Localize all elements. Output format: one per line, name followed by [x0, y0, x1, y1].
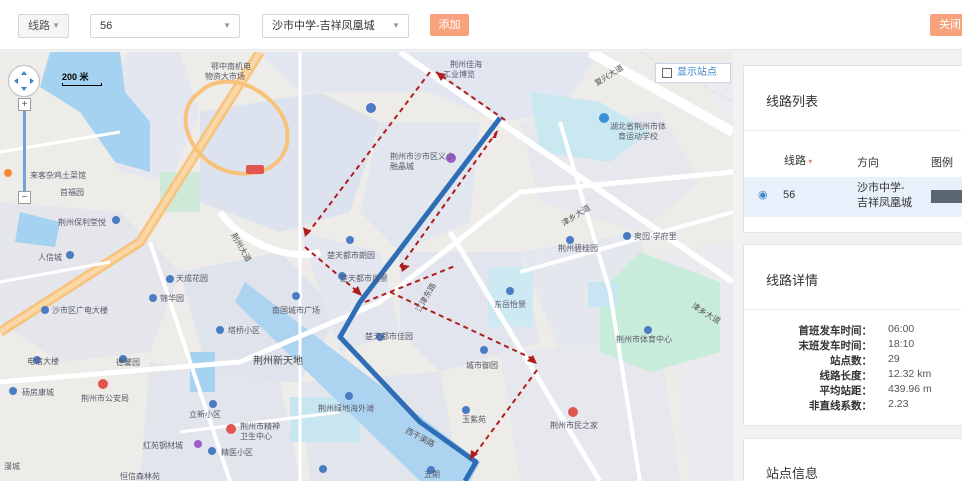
map-label: 荆州新天地	[253, 356, 303, 367]
map-label: 荆州市公安局	[81, 394, 129, 403]
zoom-in-button[interactable]: +	[18, 98, 31, 111]
detail-avg-spacing: 平均站距： 439.96 m	[819, 383, 932, 397]
zoom-slider[interactable]	[23, 111, 26, 191]
map-label: 城市御园	[466, 361, 498, 370]
map-label: 东岳怡景	[494, 300, 526, 309]
divider	[744, 130, 962, 131]
detail-route-length: 线路长度： 12.32 km	[819, 368, 932, 382]
zoom-out-button[interactable]: −	[18, 191, 31, 204]
line-select[interactable]: 56 ▼	[90, 14, 240, 38]
line-select-value: 56	[100, 20, 113, 32]
map-label: 南国城市广场	[272, 306, 320, 315]
map-label: 荆州市精神卫生中心	[240, 422, 280, 441]
route-detail-panel: 线路详情 首班发车时间： 06:00 末班发车时间： 18:10 站点数： 29…	[743, 244, 962, 426]
scale-bar	[62, 83, 102, 86]
map-label: 塔桥小区	[228, 326, 260, 335]
show-stops-checkbox[interactable]: 显示站点	[655, 63, 731, 83]
map-label: 首福园	[60, 188, 84, 197]
route-list-title: 线路列表	[766, 94, 819, 109]
scale-label: 200 米	[62, 72, 89, 82]
chevron-down-icon: ▼	[223, 21, 231, 30]
detail-nonlinear-coef: 非直线系数： 2.23	[809, 398, 909, 412]
type-select[interactable]: 线路 ▼	[18, 14, 69, 38]
map-label: 工业博览	[443, 70, 475, 79]
map-label: 锦华园	[160, 294, 184, 303]
type-select-value: 线路	[28, 20, 50, 32]
row-direction: 沙市中学-吉祥凤凰城	[857, 182, 912, 209]
map-label: 恒信森林苑	[120, 472, 160, 481]
chevron-down-icon: ▼	[392, 21, 400, 30]
map-canvas[interactable]: 鄂中南机电 物资大市场 荆州佳海 工业博览 来客杂鸡土菜馆 首福园 荆州保利堂悦…	[0, 52, 733, 481]
map-label: 楚天都市朗园	[327, 251, 375, 260]
map-label: 德馨园	[116, 358, 140, 367]
route-detail-title: 线路详情	[766, 273, 819, 288]
map-label: 荆州市民之家	[550, 421, 598, 430]
map-label: 荆州绿地海外滩	[318, 404, 374, 413]
col-line[interactable]: 线路 ▾	[784, 152, 812, 168]
direction-select[interactable]: 沙市中学-吉祥凤凰城 ▼	[262, 14, 409, 38]
map-label: 天成花园	[176, 274, 208, 283]
map-label: 砀房康城	[22, 388, 54, 397]
map-base	[0, 52, 733, 481]
pan-control[interactable]	[8, 65, 40, 97]
map-label: 楚天都市佳园	[365, 332, 413, 341]
map-label: 湖北省荆州市体育运动学校	[610, 122, 666, 141]
close-button[interactable]: 关闭	[930, 14, 962, 36]
map-label: 荆州市体育中心	[616, 335, 672, 344]
map-label: 奥园·学府里	[634, 232, 677, 241]
sort-icon: ▾	[806, 157, 813, 166]
map-label: 楚天都市尚景	[340, 274, 388, 283]
map-label: 来客杂鸡土菜馆	[30, 171, 86, 180]
table-row[interactable]: ◉ 56 沙市中学-吉祥凤凰城	[744, 177, 962, 217]
col-legend: 图例	[931, 157, 953, 169]
map-label: 沙市区广电大楼	[52, 306, 108, 315]
map-label: 鄂中南机电	[211, 62, 251, 71]
map-label: 红苑钢材城	[143, 441, 183, 450]
map-label: 荆州市沙市区义小融晶城	[390, 152, 454, 171]
toolbar: 线路 ▼ 56 ▼ 沙市中学-吉祥凤凰城 ▼ 添加 关闭	[0, 0, 962, 50]
stop-info-panel: 站点信息	[743, 438, 962, 481]
stop-info-title: 站点信息	[766, 466, 819, 481]
map-label: 精医小区	[221, 448, 253, 457]
map-label: 荆州碧桂园	[558, 244, 598, 253]
eye-icon[interactable]: ◉	[758, 188, 768, 201]
map-label: 电信大楼	[27, 357, 59, 366]
detail-stop-count: 站点数： 29	[830, 353, 900, 367]
direction-select-value: 沙市中学-吉祥凤凰城	[272, 20, 375, 32]
map-label: 荆州佳海	[450, 60, 482, 69]
map-label: 物资大市场	[205, 72, 245, 81]
divider	[744, 309, 962, 310]
row-line: 56	[783, 189, 796, 201]
legend-swatch	[931, 190, 962, 203]
zoom-control: + −	[18, 98, 31, 204]
col-direction: 方向	[857, 157, 879, 169]
add-button[interactable]: 添加	[430, 14, 469, 36]
route-list-panel: 线路列表 线路 ▾ 方向 图例 ◉ 56 沙市中学-吉祥凤凰城	[743, 65, 962, 233]
map-label: 玉紫苑	[462, 415, 486, 424]
map-label: 荆州保利堂悦	[58, 218, 106, 227]
map-label: 五期	[424, 470, 440, 479]
chevron-down-icon: ▼	[52, 21, 60, 30]
map-label: 立新小区	[189, 410, 221, 419]
show-stops-label: 显示站点	[677, 67, 717, 78]
map-label: 人信城	[38, 253, 62, 262]
detail-first-bus: 首班发车时间： 06:00	[798, 323, 915, 337]
pan-arrows-icon	[14, 71, 34, 91]
detail-last-bus: 末班发车时间： 18:10	[798, 338, 915, 352]
map-label: 漫城	[4, 462, 20, 471]
checkbox-icon	[662, 68, 672, 78]
